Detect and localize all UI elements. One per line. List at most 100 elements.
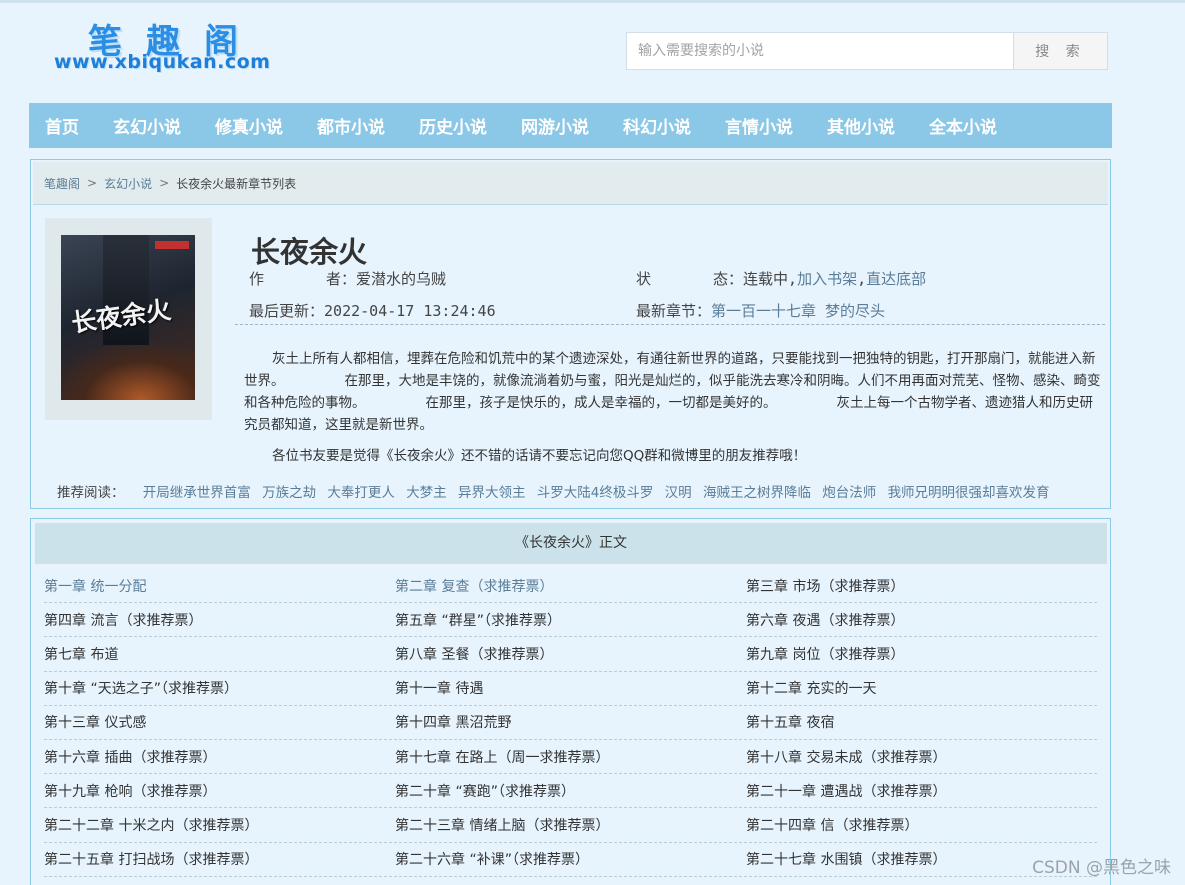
- breadcrumb-separator: >: [159, 176, 170, 190]
- recommend-link[interactable]: 万族之劫: [262, 485, 316, 501]
- recommend-link[interactable]: 斗罗大陆4终极斗罗: [537, 485, 654, 501]
- recommend-link[interactable]: 炮台法师: [822, 485, 876, 501]
- breadcrumb: 笔趣阁 > 玄幻小说 > 长夜余火最新章节列表: [33, 162, 1108, 205]
- chapter-link[interactable]: 第十八章 交易未成（求推荐票）: [746, 747, 1097, 767]
- recommend-link[interactable]: 大梦主: [406, 485, 447, 501]
- search-button[interactable]: 搜 索: [1013, 32, 1108, 70]
- chapter-link[interactable]: 第一章 统一分配: [44, 576, 395, 596]
- book-title: 长夜余火: [251, 235, 368, 269]
- comma: ,: [857, 270, 867, 288]
- watermark: CSDN @黑色之味: [1032, 858, 1171, 878]
- chapter-link[interactable]: 第六章 夜遇（求推荐票）: [746, 610, 1097, 630]
- status-label-b: 态：: [713, 270, 744, 288]
- nav-item-xuanhuan[interactable]: 玄幻小说: [113, 113, 181, 138]
- nav-item-lishi[interactable]: 历史小说: [419, 113, 487, 138]
- nav-item-kehuan[interactable]: 科幻小说: [623, 113, 691, 138]
- chapter-link[interactable]: 第十二章 充实的一天: [746, 678, 1097, 698]
- book-info-panel: 笔趣阁 > 玄幻小说 > 长夜余火最新章节列表 长夜余火 长夜余火 作 者：爱潜水…: [30, 159, 1111, 509]
- updated-line: 最后更新：2022-04-17 13:24:46: [249, 300, 496, 321]
- nav-item-home[interactable]: 首页: [45, 113, 79, 138]
- breadcrumb-home[interactable]: 笔趣阁: [44, 175, 80, 192]
- author-name: 爱潜水的乌贼: [356, 270, 447, 288]
- recommend-link[interactable]: 我师兄明明很强却喜欢发育: [888, 485, 1050, 501]
- nav-item-dushi[interactable]: 都市小说: [317, 113, 385, 138]
- updated-time: 2022-04-17 13:24:46: [324, 302, 496, 320]
- logo-url: www.xbiqukan.com: [54, 51, 271, 73]
- chapter-row: 第十九章 枪响（求推荐票） 第二十章 “赛跑”（求推荐票） 第二十一章 遭遇战（…: [44, 774, 1097, 809]
- latest-label: 最新章节：: [636, 302, 712, 320]
- recommend-link[interactable]: 汉明: [665, 485, 692, 501]
- status-label-a: 状: [636, 270, 652, 288]
- site-logo[interactable]: 笔趣阁 www.xbiqukan.com: [52, 12, 287, 76]
- chapter-row: 第十三章 仪式感 第十四章 黑沼荒野 第十五章 夜宿: [44, 706, 1097, 740]
- chapter-row: 第一章 统一分配 第二章 复查（求推荐票） 第三章 市场（求推荐票）: [44, 569, 1097, 604]
- chapter-link[interactable]: 第五章 “群星”（求推荐票）: [395, 610, 746, 630]
- recommend-link[interactable]: 开局继承世界首富: [143, 485, 251, 501]
- chapter-link[interactable]: 第二十五章 打扫战场（求推荐票）: [44, 849, 395, 869]
- cover-publisher-badge: [155, 241, 189, 249]
- chapter-link[interactable]: 第二十二章 十米之内（求推荐票）: [44, 815, 395, 835]
- add-to-shelf-link[interactable]: 加入书架: [797, 270, 857, 288]
- chapter-link[interactable]: 第十四章 黑沼荒野: [395, 712, 746, 732]
- chapter-link[interactable]: 第十三章 仪式感: [44, 712, 395, 732]
- chapter-link[interactable]: 第八章 圣餐（求推荐票）: [395, 644, 746, 664]
- chapter-link[interactable]: 第三章 市场（求推荐票）: [746, 576, 1097, 596]
- chapter-row: 第十六章 插曲（求推荐票） 第十七章 在路上（周一求推荐票） 第十八章 交易未成…: [44, 740, 1097, 775]
- cover-glow: [61, 345, 195, 400]
- breadcrumb-category[interactable]: 玄幻小说: [104, 175, 152, 192]
- chapter-link[interactable]: 第十一章 待遇: [395, 678, 746, 698]
- breadcrumb-current: 长夜余火最新章节列表: [176, 176, 297, 191]
- cover-title: 长夜余火: [69, 295, 173, 338]
- nav-item-qita[interactable]: 其他小说: [827, 113, 895, 138]
- status-value: 连载中,: [743, 270, 798, 288]
- recommend-link[interactable]: 大奉打更人: [327, 485, 395, 501]
- nav-item-yanqing[interactable]: 言情小说: [725, 113, 793, 138]
- recommend-link[interactable]: 海贼王之树界降临: [703, 485, 811, 501]
- intro-paragraph-3: 在那里，孩子是快乐的，成人是幸福的，一切都是美好的。: [425, 395, 777, 411]
- book-intro: 灰土上所有人都相信，埋葬在危险和饥荒中的某个遗迹深处，有通往新世界的道路，只要能…: [244, 348, 1104, 436]
- book-cover-image[interactable]: 长夜余火: [61, 235, 195, 400]
- chapter-link[interactable]: 第七章 布道: [44, 644, 395, 664]
- chapter-link[interactable]: 第十九章 枪响（求推荐票）: [44, 781, 395, 801]
- chapter-link[interactable]: 第十六章 插曲（求推荐票）: [44, 747, 395, 767]
- chapter-link[interactable]: 第二十六章 “补课”（求推荐票）: [395, 849, 746, 869]
- main-nav: 首页 玄幻小说 修真小说 都市小说 历史小说 网游小说 科幻小说 言情小说 其他…: [29, 103, 1112, 148]
- nav-item-xiuzhen[interactable]: 修真小说: [215, 113, 283, 138]
- jump-to-bottom-link[interactable]: 直达底部: [866, 270, 926, 288]
- chapter-link[interactable]: 第二十章 “赛跑”（求推荐票）: [395, 781, 746, 801]
- chapter-link[interactable]: 第二章 复查（求推荐票）: [395, 576, 746, 596]
- chapter-link[interactable]: 第十五章 夜宿: [746, 712, 1097, 732]
- chapter-list-heading: 《长夜余火》正文: [35, 523, 1107, 564]
- chapter-link[interactable]: 第九章 岗位（求推荐票）: [746, 644, 1097, 664]
- breadcrumb-separator: >: [87, 176, 98, 190]
- share-tip: 各位书友要是觉得《长夜余火》还不错的话请不要忘记向您QQ群和微博里的朋友推荐哦！: [272, 448, 807, 464]
- nav-item-quanben[interactable]: 全本小说: [929, 113, 997, 138]
- author-label-a: 作: [249, 270, 265, 288]
- chapter-link[interactable]: 第二十一章 遭遇战（求推荐票）: [746, 781, 1097, 801]
- latest-chapter-line: 最新章节：第一百一十七章 梦的尽头: [636, 300, 885, 321]
- chapter-link[interactable]: 第二十三章 情绪上脑（求推荐票）: [395, 815, 746, 835]
- recommend-link[interactable]: 异界大领主: [458, 485, 526, 501]
- chapter-link[interactable]: 第十章 “天选之子”（求推荐票）: [44, 678, 395, 698]
- author-line: 作 者：爱潜水的乌贼: [249, 268, 446, 289]
- chapter-list: 第一章 统一分配 第二章 复查（求推荐票） 第三章 市场（求推荐票） 第四章 流…: [44, 569, 1097, 877]
- author-label-b: 者：: [326, 270, 357, 288]
- search-input[interactable]: [626, 32, 1014, 70]
- chapter-row: 第四章 流言（求推荐票） 第五章 “群星”（求推荐票） 第六章 夜遇（求推荐票）: [44, 603, 1097, 638]
- recommend-label: 推荐阅读：: [57, 485, 125, 501]
- chapter-link[interactable]: 第二十四章 信（求推荐票）: [746, 815, 1097, 835]
- recommend-bar: 推荐阅读： 开局继承世界首富 万族之劫 大奉打更人 大梦主 异界大领主 斗罗大陆…: [57, 481, 1057, 501]
- chapter-link[interactable]: 第四章 流言（求推荐票）: [44, 610, 395, 630]
- latest-chapter-link[interactable]: 第一百一十七章 梦的尽头: [711, 302, 885, 320]
- chapter-link[interactable]: 第十七章 在路上（周一求推荐票）: [395, 747, 746, 767]
- top-border: [0, 0, 1185, 3]
- chapter-list-panel: 《长夜余火》正文 第一章 统一分配 第二章 复查（求推荐票） 第三章 市场（求推…: [30, 518, 1111, 885]
- nav-item-wangyou[interactable]: 网游小说: [521, 113, 589, 138]
- search-box: 搜 索: [626, 32, 1108, 70]
- status-line: 状 态：连载中,加入书架,直达底部: [636, 268, 926, 289]
- chapter-row: 第二十五章 打扫战场（求推荐票） 第二十六章 “补课”（求推荐票） 第二十七章 …: [44, 843, 1097, 877]
- chapter-row: 第十章 “天选之子”（求推荐票） 第十一章 待遇 第十二章 充实的一天: [44, 672, 1097, 706]
- chapter-row: 第七章 布道 第八章 圣餐（求推荐票） 第九章 岗位（求推荐票）: [44, 637, 1097, 672]
- updated-label: 最后更新：: [249, 302, 325, 320]
- meta-divider: [235, 324, 1105, 325]
